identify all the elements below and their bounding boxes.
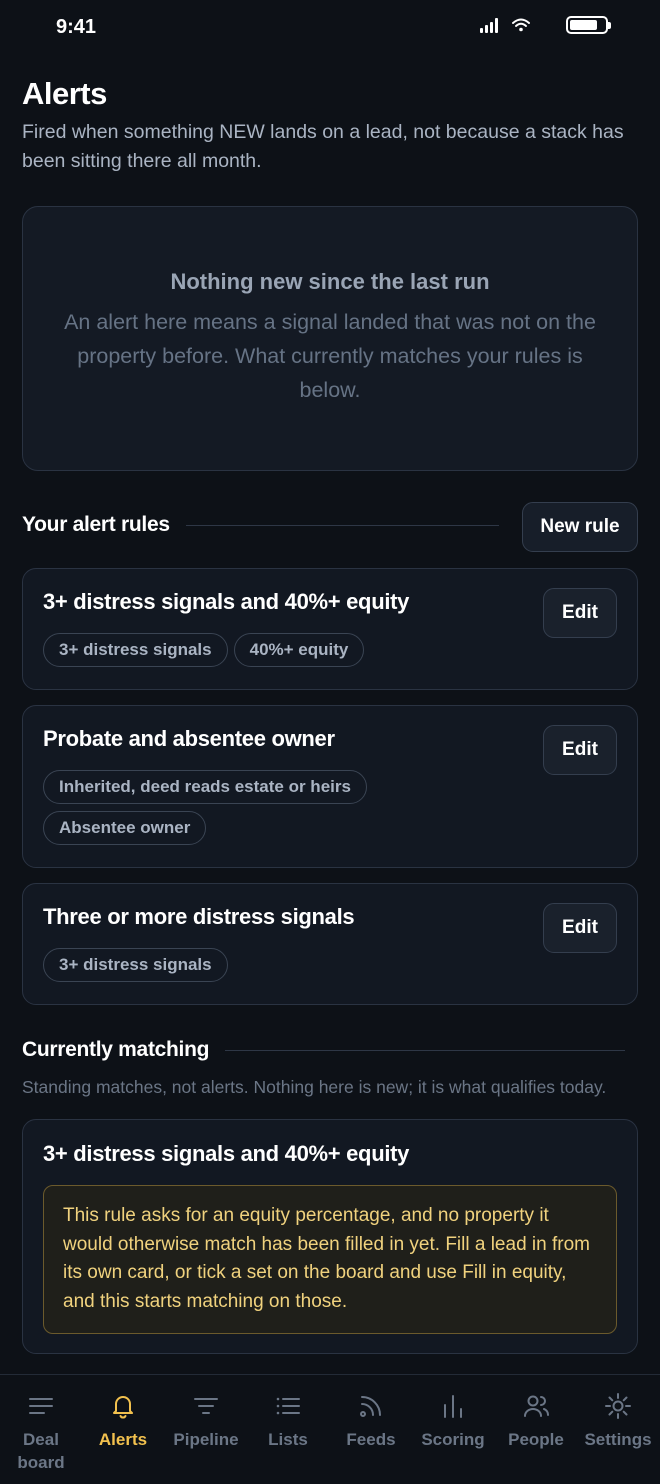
section-divider [225,1049,626,1051]
tab-label: Lists [268,1430,308,1449]
matching-section-header: Currently matching [22,1038,626,1062]
tab-label: Scoring [421,1430,485,1449]
filter-icon [194,1398,218,1414]
matching-rule-title: 3+ distress signals and 40%+ equity [43,1141,410,1166]
edit-rule-button[interactable]: Edit [543,725,617,775]
new-rule-button[interactable]: New rule [522,502,638,552]
wifi-icon [512,18,530,32]
status-icons [480,16,611,34]
bell-icon [113,1396,133,1419]
tab-label: Settings [584,1430,652,1449]
tab-label: People [508,1430,564,1449]
rule-card: 3+ distress signals and 40%+ equity Edit… [22,568,638,690]
rule-chips: Inherited, deed reads estate or heirs Ab… [43,770,503,845]
bar-chart-icon [444,1395,462,1418]
status-time: 9:41 [56,16,97,38]
list-icon [276,1397,300,1415]
equity-warning-notice: This rule asks for an equity percentage,… [43,1185,617,1334]
rule-chip: 3+ distress signals [43,633,228,667]
status-bar: 9:41 [0,0,660,56]
rule-chip: 40%+ equity [233,633,365,667]
menu-lines-icon [29,1398,53,1414]
empty-state-card: Nothing new since the last run An alert … [22,206,638,471]
rule-chip: 3+ distress signals [43,948,228,982]
rule-chip: Inherited, deed reads estate or heirs [43,770,367,804]
rule-chips: 3+ distress signals [43,948,503,982]
cellular-signal-icon [480,17,498,33]
page-subtitle: Fired when something NEW lands on a lead… [22,121,624,172]
rule-card: Three or more distress signals Edit 3+ d… [22,883,638,1005]
sun-gear-icon [605,1393,631,1419]
matching-section-title: Currently matching [22,1038,210,1061]
rules-section-title: Your alert rules [22,513,170,536]
rules-section-header: Your alert rules [22,513,499,537]
rule-chip: Absentee owner [43,811,207,845]
rss-icon [360,1396,381,1417]
rule-card: Probate and absentee owner Edit Inherite… [22,705,638,868]
tab-label: Feeds [346,1430,396,1449]
tab-label: Alerts [98,1430,148,1449]
rule-name: 3+ distress signals and 40%+ equity [43,589,410,614]
rule-name: Three or more distress signals [43,904,355,929]
matching-section-subtitle: Standing matches, not alerts. Nothing he… [22,1077,607,1097]
page-title: Alerts [22,76,107,111]
empty-state-body: An alert here means a signal landed that… [64,310,596,402]
empty-state-title: Nothing new since the last run [170,269,490,294]
edit-rule-button[interactable]: Edit [543,588,617,638]
edit-rule-button[interactable]: Edit [543,903,617,953]
matching-rule-card: 3+ distress signals and 40%+ equity This… [22,1119,638,1354]
rule-chips: 3+ distress signals 40%+ equity [43,633,503,667]
bottom-tab-bar: Deal board Alerts Pipeline Lists Feeds S… [0,1374,660,1484]
tab-label: Deal board [17,1430,65,1472]
section-divider [185,524,499,526]
tab-label: Pipeline [173,1430,239,1449]
people-icon [524,1395,549,1417]
battery-icon [566,16,611,34]
rule-name: Probate and absentee owner [43,726,335,751]
